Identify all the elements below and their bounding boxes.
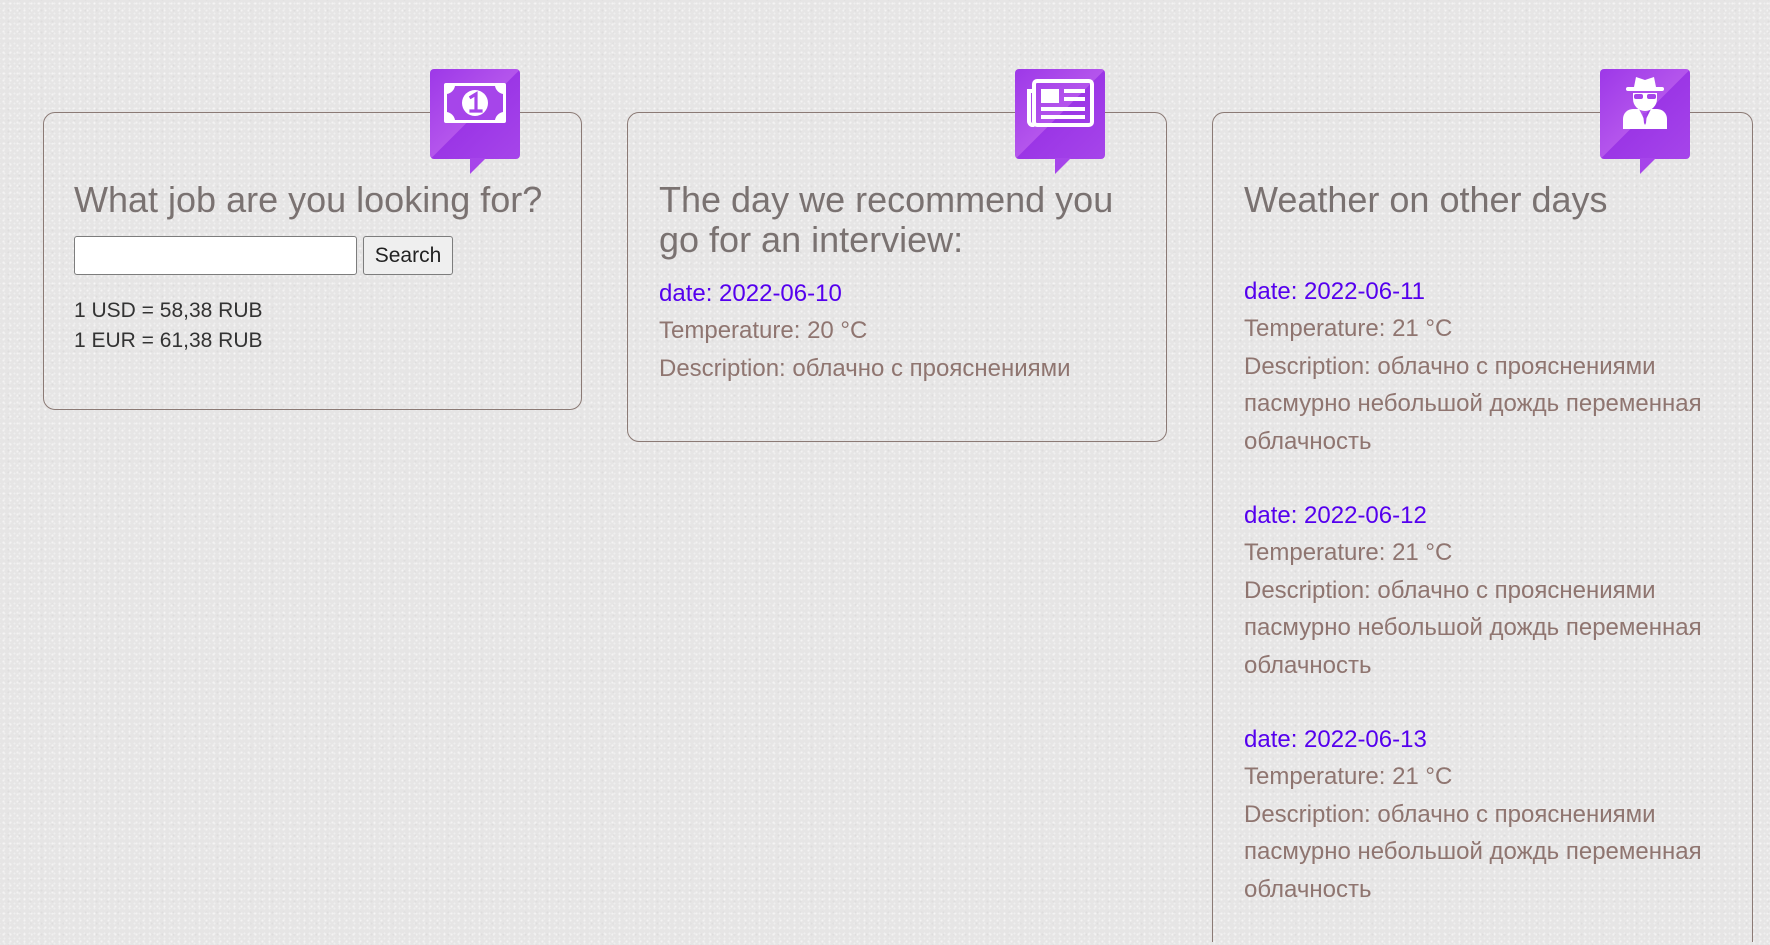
forecast-temperature: Temperature: 21 °C bbox=[1244, 539, 1453, 566]
usd-rate: 1 USD = 58,38 RUB bbox=[74, 299, 263, 322]
forecast-description: Description: облачно с прояснениями bbox=[659, 354, 1071, 382]
recommended-forecast: date: 2022-06-10 Temperature: 20 °C Desc… bbox=[659, 275, 1129, 387]
forecast-item: date: 2022-06-12 Temperature: 21 °C Desc… bbox=[1244, 497, 1714, 684]
forecast-temperature: Temperature: 21 °C bbox=[1244, 763, 1453, 790]
search-button[interactable]: Search bbox=[363, 236, 453, 275]
weather-other-days-title: Weather on other days bbox=[1244, 179, 1608, 220]
forecast-description: Description: облачно с прояснениями пасм… bbox=[1244, 800, 1702, 903]
forecast-date: date: 2022-06-10 bbox=[659, 280, 842, 307]
forecast-description: Description: облачно с прояснениями пасм… bbox=[1244, 352, 1702, 455]
newspaper-badge bbox=[1015, 69, 1105, 174]
forecast-item: date: 2022-06-11 Temperature: 21 °C Desc… bbox=[1244, 273, 1714, 460]
newspaper-icon bbox=[1027, 79, 1094, 127]
forecast-item: date: 2022-06-13 Temperature: 21 °C Desc… bbox=[1244, 721, 1714, 908]
forecast-date: date: 2022-06-12 bbox=[1244, 502, 1427, 529]
job-search-title: What job are you looking for? bbox=[74, 179, 543, 220]
weather-forecast-list: date: 2022-06-11 Temperature: 21 °C Desc… bbox=[1244, 273, 1714, 945]
forecast-temperature: Temperature: 21 °C bbox=[1244, 315, 1453, 342]
money-bill-badge bbox=[430, 69, 520, 174]
recommended-day-title: The day we recommend you go for an inter… bbox=[659, 179, 1114, 260]
eur-rate: 1 EUR = 61,38 RUB bbox=[74, 329, 263, 352]
forecast-date: date: 2022-06-11 bbox=[1244, 278, 1426, 305]
user-secret-icon bbox=[1623, 77, 1667, 129]
user-secret-badge bbox=[1600, 69, 1690, 174]
job-search-input[interactable] bbox=[74, 236, 357, 275]
forecast-description: Description: облачно с прояснениями пасм… bbox=[1244, 576, 1702, 679]
forecast-date: date: 2022-06-13 bbox=[1244, 726, 1427, 753]
money-bill-icon bbox=[444, 83, 506, 123]
forecast-temperature: Temperature: 20 °C bbox=[659, 317, 868, 344]
